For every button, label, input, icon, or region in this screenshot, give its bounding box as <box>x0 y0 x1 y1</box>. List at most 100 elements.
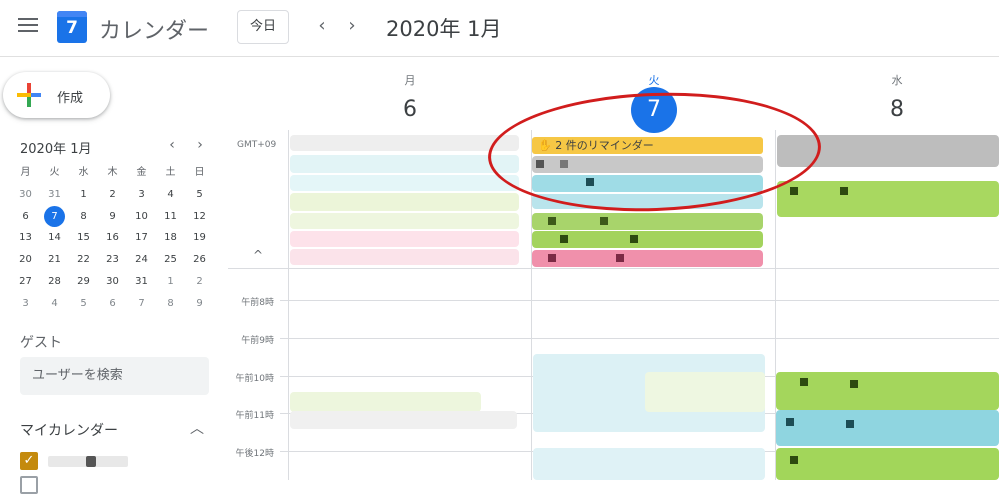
mini-day-cell[interactable]: 2 <box>98 184 127 206</box>
mini-calendar-grid: 月火水木金土日 30 31 1 2 3 4 5 6 7 8 9 10 11 12 13 14 15 16 17 18 19… <box>11 162 214 315</box>
all-day-event-blurred[interactable] <box>290 231 519 247</box>
weekday-tue: 火 <box>648 74 660 87</box>
mini-day-cell[interactable]: 9 <box>185 293 214 315</box>
today-button[interactable]: 今日 <box>237 10 289 44</box>
mini-day-cell[interactable]: 6 <box>11 206 40 228</box>
mini-day-cell[interactable]: 23 <box>98 249 127 271</box>
mini-day-cell[interactable]: 22 <box>69 249 98 271</box>
mini-weekday-label: 月 <box>20 167 31 178</box>
timed-event-blurred[interactable] <box>776 448 999 480</box>
mini-day-cell[interactable]: 3 <box>11 293 40 315</box>
mini-day-cell[interactable]: 10 <box>127 206 156 228</box>
mini-day-cell[interactable]: 3 <box>127 184 156 206</box>
mini-day-cell[interactable]: 6 <box>98 293 127 315</box>
pixel-block <box>850 380 858 388</box>
calendar-logo-icon: 7 <box>57 11 87 43</box>
mini-day-cell[interactable]: 13 <box>11 227 40 249</box>
grid-line <box>288 130 289 480</box>
mini-day-cell[interactable]: 8 <box>69 206 98 228</box>
pixel-block <box>846 420 854 428</box>
main-menu-icon[interactable] <box>18 18 38 34</box>
mini-day-cell[interactable]: 28 <box>40 271 69 293</box>
mini-day-cell[interactable]: 31 <box>40 184 69 206</box>
pixel-block <box>616 254 624 262</box>
time-label: 午後12時 <box>235 449 274 459</box>
timezone-label: GMT+09 <box>237 140 277 150</box>
all-day-divider <box>228 268 999 269</box>
mini-day-cell[interactable]: 18 <box>156 227 185 249</box>
mini-day-cell[interactable]: 27 <box>11 271 40 293</box>
chevron-right-icon[interactable]: › <box>341 14 363 38</box>
mini-day-cell[interactable]: 20 <box>11 249 40 271</box>
all-day-event-blurred[interactable] <box>290 249 519 265</box>
mini-day-cell[interactable]: 1 <box>156 271 185 293</box>
all-day-event-blurred[interactable] <box>290 193 519 211</box>
all-day-event-blurred[interactable] <box>290 213 519 229</box>
chevron-left-icon[interactable]: ‹ <box>311 14 333 38</box>
pixel-block <box>840 187 848 195</box>
mini-day-cell[interactable]: 14 <box>40 227 69 249</box>
mini-day-cell[interactable]: 2 <box>185 271 214 293</box>
all-day-event-blurred[interactable] <box>290 135 519 151</box>
current-period-title: 2020年 1月 <box>386 17 502 41</box>
date-wed[interactable]: 8 <box>872 97 922 122</box>
mini-day-cell[interactable]: 4 <box>156 184 185 206</box>
create-button-label: 作成 <box>57 91 84 106</box>
timed-event-blurred[interactable] <box>645 372 765 412</box>
pixel-block <box>630 235 638 243</box>
mini-day-cell[interactable]: 30 <box>98 271 127 293</box>
mini-week-row: 3456789 <box>11 293 214 315</box>
mini-next-month-icon[interactable]: › <box>191 137 209 153</box>
mini-day-cell[interactable]: 9 <box>98 206 127 228</box>
mini-day-cell[interactable]: 5 <box>69 293 98 315</box>
pixel-block <box>786 418 794 426</box>
all-day-event-blurred[interactable] <box>532 250 763 267</box>
guest-section-title: ゲスト <box>20 335 62 351</box>
mini-day-cell[interactable]: 24 <box>127 249 156 271</box>
mini-day-cell[interactable]: 21 <box>40 249 69 271</box>
mini-prev-month-icon[interactable]: ‹ <box>163 137 181 153</box>
hour-line <box>280 300 999 301</box>
mini-day-cell[interactable]: 15 <box>69 227 98 249</box>
mini-day-cell[interactable]: 12 <box>185 206 214 228</box>
timed-event-blurred[interactable] <box>776 410 999 446</box>
timed-event-blurred[interactable] <box>290 392 481 412</box>
mini-day-cell[interactable]: 29 <box>69 271 98 293</box>
all-day-event-blurred[interactable] <box>777 181 999 217</box>
mini-calendar-title: 2020年 1月 <box>20 142 92 157</box>
mini-day-cell[interactable]: 31 <box>127 271 156 293</box>
mini-day-cell[interactable]: 30 <box>11 184 40 206</box>
mini-day-cell[interactable]: 4 <box>40 293 69 315</box>
hour-line <box>280 338 999 339</box>
calendar-checkbox-2[interactable] <box>20 476 38 494</box>
collapse-all-day-icon[interactable]: ^ <box>253 248 263 262</box>
mini-day-cell[interactable]: 7 <box>40 205 69 228</box>
chevron-up-icon[interactable]: ︿ <box>190 418 204 438</box>
all-day-event-blurred[interactable] <box>290 175 519 191</box>
create-button[interactable]: 作成 <box>3 72 110 118</box>
date-mon[interactable]: 6 <box>385 97 435 122</box>
mini-day-cell[interactable]: 1 <box>69 184 98 206</box>
mini-day-cell[interactable]: 8 <box>156 293 185 315</box>
all-day-event-blurred[interactable] <box>532 213 763 230</box>
mini-day-cell[interactable]: 16 <box>98 227 127 249</box>
calendar-checkbox[interactable]: ✓ <box>20 452 38 470</box>
mini-week-row: 20 21 22 23 24 25 26 <box>11 249 214 271</box>
mini-day-cell[interactable]: 7 <box>127 293 156 315</box>
guest-search-input[interactable]: ユーザーを検索 <box>20 357 209 395</box>
mini-day-cell[interactable]: 19 <box>185 227 214 249</box>
timed-event-blurred[interactable] <box>776 372 999 410</box>
mini-day-cell[interactable]: 11 <box>156 206 185 228</box>
mini-day-cell[interactable]: 5 <box>185 184 214 206</box>
plus-icon <box>17 83 41 107</box>
mini-day-cell[interactable]: 17 <box>127 227 156 249</box>
top-app-bar: 7 カレンダー 今日 ‹ › 2020年 1月 <box>0 0 999 57</box>
annotation-circle <box>486 87 823 217</box>
mini-day-cell[interactable]: 25 <box>156 249 185 271</box>
timed-event-blurred[interactable] <box>290 411 517 429</box>
mini-day-cell[interactable]: 26 <box>185 249 214 271</box>
time-label: 午前10時 <box>235 374 274 384</box>
timed-event-blurred[interactable] <box>533 448 765 480</box>
all-day-event-blurred[interactable] <box>290 155 519 173</box>
mini-weekday-label: 火 <box>49 167 60 178</box>
